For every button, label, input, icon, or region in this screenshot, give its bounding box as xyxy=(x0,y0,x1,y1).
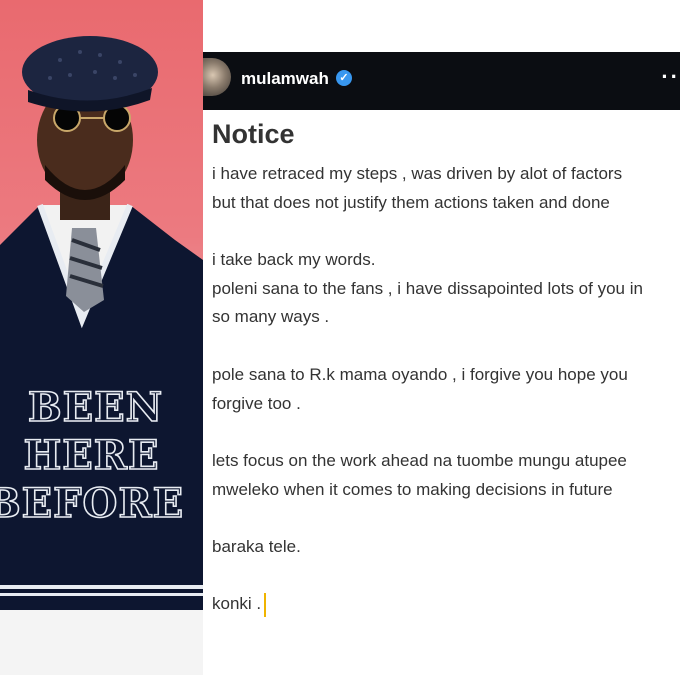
verified-badge-icon: ✓ xyxy=(336,70,352,86)
sweater-text-line-1: BEEN xyxy=(27,383,164,432)
notice-body: i have retraced my steps , was driven by… xyxy=(212,160,680,619)
body-line: pole sana to R.k mama oyando , i forgive… xyxy=(212,364,628,384)
artist-photo-illustration xyxy=(0,36,203,675)
body-line: baraka tele. xyxy=(212,536,301,556)
body-line xyxy=(212,504,680,533)
body-line-text: konki . xyxy=(212,594,262,614)
more-options-icon[interactable]: ·· xyxy=(661,64,680,90)
body-line xyxy=(212,217,680,246)
body-line: so many ways . xyxy=(212,307,330,327)
body-line xyxy=(212,332,680,361)
top-gap xyxy=(203,0,680,52)
body-line: poleni sana to the fans , i have dissapo… xyxy=(212,278,643,298)
username[interactable]: mulamwah xyxy=(241,69,329,89)
body-line: i take back my words. xyxy=(212,250,376,270)
body-line: mweleko when it comes to making decision… xyxy=(212,479,613,499)
notice-title: Notice xyxy=(212,119,295,149)
body-line xyxy=(212,418,680,447)
artist-photo: BEEN HERE BEFORE xyxy=(0,0,203,675)
body-line-last: konki . xyxy=(212,590,680,619)
sweater-text-line-2: HERE xyxy=(23,431,160,480)
post-panel: mulamwah ✓ ·· Notice i have retraced my … xyxy=(203,0,680,675)
sweater-text-line-3: BEFORE xyxy=(0,479,185,528)
text-cursor xyxy=(264,592,267,617)
post-header: mulamwah ✓ ·· xyxy=(203,52,680,110)
body-line: but that does not justify them actions t… xyxy=(212,192,610,212)
body-line: i have retraced my steps , was driven by… xyxy=(212,164,623,183)
body-line: lets focus on the work ahead na tuombe m… xyxy=(212,450,627,470)
body-line: forgive too . xyxy=(212,393,301,413)
body-line xyxy=(212,562,680,591)
avatar[interactable] xyxy=(203,58,231,96)
